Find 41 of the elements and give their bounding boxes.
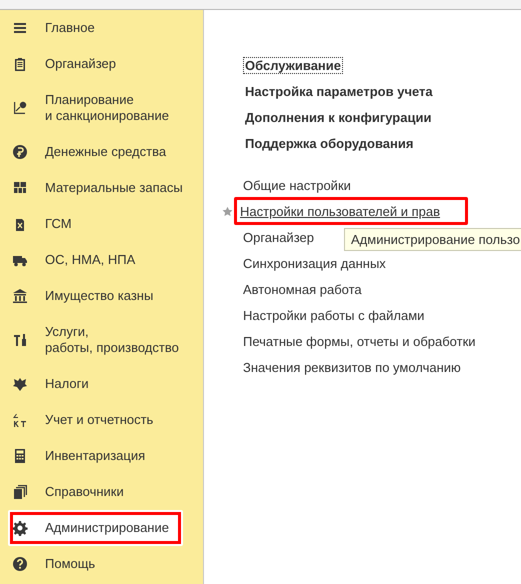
section-link[interactable]: Настройка параметров учета: [243, 82, 435, 100]
sidebar-item[interactable]: Главное: [0, 10, 203, 46]
section-link[interactable]: Обслуживание: [243, 56, 344, 74]
sidebar-item[interactable]: Инвентаризация: [0, 438, 203, 474]
settings-link[interactable]: Настройки пользователей и прав: [240, 204, 440, 218]
clipboard-icon: [12, 56, 28, 72]
star-icon[interactable]: [222, 206, 233, 217]
settings-link[interactable]: Печатные формы, отчеты и обработки: [243, 334, 476, 348]
settings-icon: [12, 520, 28, 536]
bank-icon: [12, 288, 28, 304]
tools-icon: [12, 332, 28, 348]
settings-link[interactable]: Органайзер: [243, 230, 314, 244]
settings-link[interactable]: Общие настройки: [243, 178, 351, 192]
settings-link[interactable]: Значения реквизитов по умолчанию: [243, 360, 461, 374]
sidebar-item[interactable]: Помощь: [0, 546, 203, 582]
help-icon: [12, 556, 28, 572]
sidebar-item[interactable]: ОС, НМА, НПА: [0, 242, 203, 278]
section-link[interactable]: Поддержка оборудования: [243, 134, 416, 152]
sidebar-item[interactable]: ГСМ: [0, 206, 203, 242]
sidebar-item[interactable]: Имущество казны: [0, 278, 203, 314]
sidebar-item[interactable]: Налоги: [0, 366, 203, 402]
books-icon: [12, 484, 28, 500]
sidebar-item[interactable]: Органайзер: [0, 46, 203, 82]
emblem-icon: [12, 376, 28, 392]
section-link[interactable]: Дополнения к конфигурации: [243, 108, 434, 126]
sidebar-item[interactable]: Учет и отчетность: [0, 402, 203, 438]
sidebar-item[interactable]: Материальные запасы: [0, 170, 203, 206]
sidebar-item[interactable]: Услуги, работы, производство: [0, 314, 203, 366]
calculator-icon: [12, 448, 28, 464]
blocks-icon: [12, 180, 28, 196]
settings-link[interactable]: Автономная работа: [243, 282, 362, 296]
sidebar-item[interactable]: Планирование и санкционирование: [0, 82, 203, 134]
sidebar-item[interactable]: Справочники: [0, 474, 203, 510]
sidebar-item[interactable]: Денежные средства: [0, 134, 203, 170]
tooltip: Администрирование пользо: [344, 228, 521, 251]
chart-icon: [12, 100, 28, 116]
settings-link[interactable]: Синхронизация данных: [243, 256, 386, 270]
sidebar-item[interactable]: Администрирование: [8, 510, 183, 546]
ruble-icon: [12, 144, 28, 160]
settings-link[interactable]: Настройки работы с файлами: [243, 308, 424, 322]
menu-icon: [12, 20, 28, 36]
